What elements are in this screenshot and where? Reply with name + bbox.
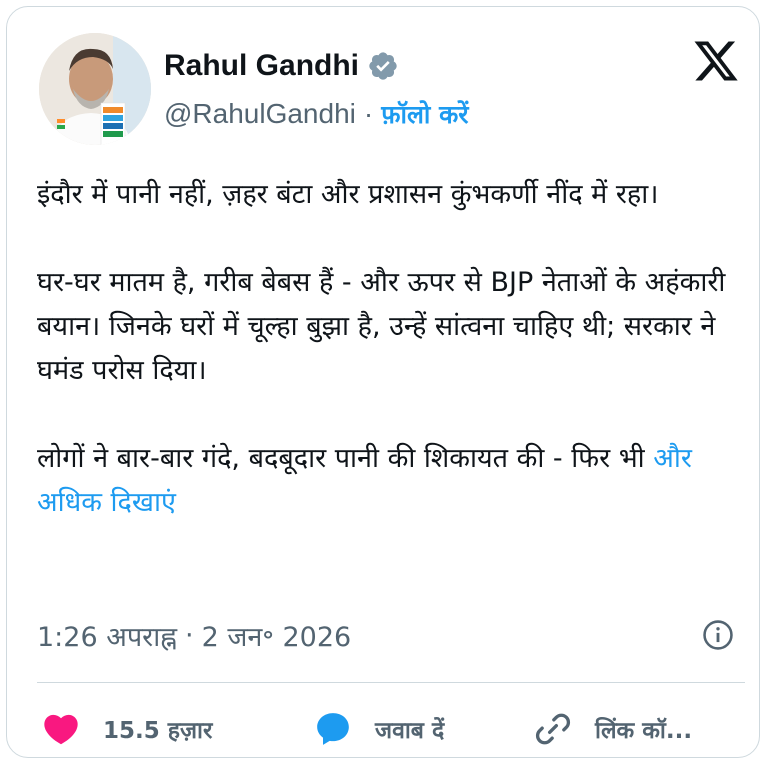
post-paragraph: लोगों ने बार-बार गंदे, बदबूदार पानी की श… bbox=[37, 437, 749, 525]
avatar-photo bbox=[39, 33, 151, 145]
separator-dot: · bbox=[185, 619, 194, 651]
like-button[interactable]: 15.5 हज़ार bbox=[41, 707, 212, 751]
post-paragraph: इंदौर में पानी नहीं, ज़हर बंटा और प्रशास… bbox=[37, 179, 659, 210]
action-bar: 15.5 हज़ार जवाब दें लिंक कॉ... bbox=[41, 707, 761, 751]
post-paragraph: घर-घर मातम है, गरीब बेबस हैं - और ऊपर से… bbox=[37, 267, 726, 386]
copy-link-button[interactable]: लिंक कॉ... bbox=[533, 707, 692, 751]
divider bbox=[37, 682, 745, 683]
like-count: 15.5 हज़ार bbox=[103, 718, 213, 744]
separator-dot: · bbox=[363, 98, 374, 129]
post-timestamp[interactable]: 1:26 अपराह्न · 2 जन॰ 2026 bbox=[37, 617, 737, 653]
post-time: 1:26 अपराह्न bbox=[37, 621, 178, 653]
link-icon bbox=[535, 713, 571, 745]
post-card: Rahul Gandhi @RahulGandhi · फ़ॉलो करें इ… bbox=[6, 6, 760, 758]
copy-link-label: लिंक कॉ... bbox=[595, 718, 693, 744]
reply-bubble-icon bbox=[317, 713, 349, 745]
x-logo-icon[interactable] bbox=[690, 37, 742, 85]
info-icon[interactable] bbox=[701, 618, 735, 652]
heart-icon bbox=[44, 714, 78, 745]
follow-button[interactable]: फ़ॉलो करें bbox=[381, 97, 468, 131]
post-date: 2 जन॰ 2026 bbox=[201, 621, 352, 653]
reply-button[interactable]: जवाब दें bbox=[313, 707, 444, 751]
avatar[interactable] bbox=[39, 33, 151, 145]
display-name[interactable]: Rahul Gandhi bbox=[164, 49, 359, 83]
post-paragraph-text: लोगों ने बार-बार गंदे, बदबूदार पानी की श… bbox=[37, 443, 645, 474]
reply-label: जवाब दें bbox=[375, 718, 445, 744]
user-handle[interactable]: @RahulGandhi bbox=[164, 98, 356, 130]
post-text: इंदौर में पानी नहीं, ज़हर बंटा और प्रशास… bbox=[37, 173, 749, 525]
verified-badge-icon bbox=[369, 52, 397, 80]
